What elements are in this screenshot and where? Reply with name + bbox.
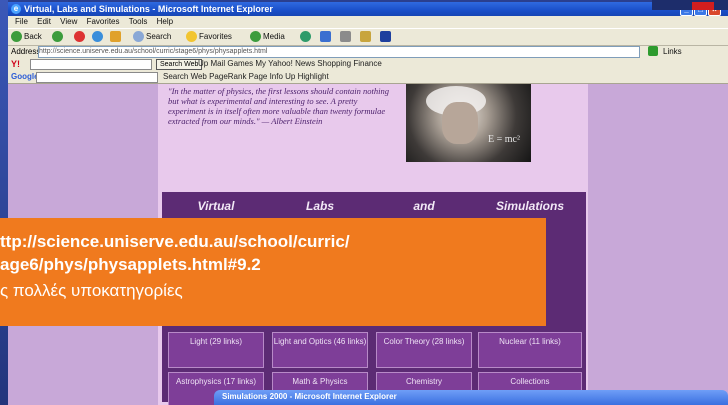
second-window-title: Simulations 2000 - Microsoft Internet Ex… (222, 392, 397, 401)
yahoo-toolbar-links[interactable]: Up Mail Games My Yahoo! News Shopping Fi… (198, 58, 382, 70)
window-title: Virtual, Labs and Simulations - Microsof… (24, 4, 273, 14)
favorites-label: Favorites (199, 32, 232, 41)
edit-button[interactable] (360, 31, 373, 43)
edit-icon (360, 31, 371, 43)
menu-edit[interactable]: Edit (37, 17, 51, 26)
print-icon (340, 31, 351, 43)
star-icon (186, 31, 197, 43)
refresh-button[interactable] (92, 31, 105, 43)
address-input[interactable]: http://science.uniserve.edu.au/school/cu… (38, 46, 640, 58)
yahoo-logo[interactable]: Y! (11, 58, 20, 70)
standard-toolbar: Back Search Favorites Media (8, 28, 728, 46)
header-virtual: Virtual (197, 199, 235, 213)
mail-button[interactable] (320, 31, 333, 43)
links-button[interactable]: Links (663, 45, 682, 58)
stop-icon (74, 31, 85, 43)
google-toolbar-links[interactable]: Search Web PageRank Page Info Up Highlig… (163, 70, 329, 83)
messenger-button[interactable] (380, 31, 393, 43)
back-label: Back (24, 32, 42, 41)
refresh-icon (92, 31, 103, 43)
caption-subtitle: ς πολλές υποκατηγορίες (0, 281, 183, 300)
photo-face (442, 102, 478, 144)
search-button[interactable]: Search (133, 31, 171, 43)
history-icon (300, 31, 311, 43)
print-button[interactable] (340, 31, 353, 43)
caption-url-line2: age6/phys/physapplets.html#9.2 (0, 255, 261, 274)
yahoo-search-input[interactable] (30, 59, 152, 70)
google-logo[interactable]: Google (11, 70, 39, 83)
google-search-input[interactable] (36, 72, 158, 83)
back-button[interactable]: Back (11, 31, 42, 43)
internet-explorer-icon: e (11, 4, 21, 14)
header-simulations: Simulations (495, 199, 564, 213)
menu-view[interactable]: View (60, 17, 77, 26)
search-label: Search (146, 32, 172, 41)
browser-window: e Virtual, Labs and Simulations - Micros… (8, 2, 728, 405)
messenger-icon (380, 31, 391, 43)
stop-button[interactable] (74, 31, 87, 43)
url-caption-banner: ttp://science.uniserve.edu.au/school/cur… (0, 218, 546, 326)
google-toolbar: Google Search Web PageRank Page Info Up … (8, 70, 728, 84)
menu-help[interactable]: Help (157, 17, 173, 26)
menu-bar: File Edit View Favorites Tools Help (8, 16, 728, 28)
link-light[interactable]: Light (29 links) (168, 332, 264, 368)
back-arrow-icon (11, 31, 22, 43)
home-button[interactable] (110, 31, 123, 43)
forward-button[interactable] (52, 31, 65, 43)
desktop-edge (0, 0, 8, 405)
caption-url-line1: ttp://science.uniserve.edu.au/school/cur… (0, 232, 350, 251)
einstein-photo: E = mc² (406, 84, 531, 162)
favorites-button[interactable]: Favorites (186, 31, 232, 43)
second-window-titlebar[interactable]: Simulations 2000 - Microsoft Internet Ex… (214, 390, 728, 405)
red-tray-icon (692, 2, 714, 10)
header-labs: Labs (305, 199, 334, 213)
home-icon (110, 31, 121, 43)
menu-favorites[interactable]: Favorites (87, 17, 120, 26)
link-light-optics[interactable]: Light and Optics (46 links) (272, 332, 368, 368)
title-bar[interactable]: e Virtual, Labs and Simulations - Micros… (8, 2, 728, 16)
yahoo-toolbar: Y! Search Web Up Mail Games My Yahoo! Ne… (8, 58, 728, 70)
search-icon (133, 31, 144, 43)
menu-file[interactable]: File (15, 17, 28, 26)
menu-tools[interactable]: Tools (129, 17, 148, 26)
media-button[interactable]: Media (250, 31, 285, 43)
mail-icon (320, 31, 331, 43)
link-color-theory[interactable]: Color Theory (28 links) (376, 332, 472, 368)
photo-equation: E = mc² (488, 134, 520, 145)
media-icon (250, 31, 261, 43)
link-nuclear[interactable]: Nuclear (11 links) (478, 332, 582, 368)
taskbar-fragment (652, 0, 728, 10)
einstein-quote: "In the matter of physics, the first les… (168, 86, 390, 126)
yahoo-search-button[interactable]: Search Web (156, 59, 203, 70)
address-label: Address (11, 47, 41, 56)
header-and: and (413, 199, 435, 213)
media-label: Media (263, 32, 285, 41)
forward-arrow-icon (52, 31, 63, 43)
go-button[interactable] (648, 46, 658, 56)
address-bar: Address http://science.uniserve.edu.au/s… (8, 45, 728, 58)
history-button[interactable] (300, 31, 313, 43)
